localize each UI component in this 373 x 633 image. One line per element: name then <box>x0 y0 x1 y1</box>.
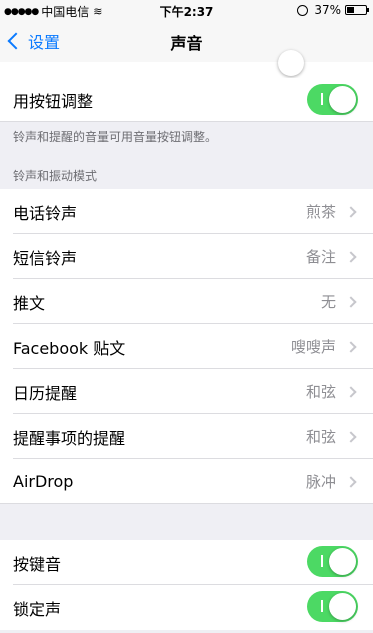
chevron-right-icon <box>345 385 357 398</box>
sound-setting-value: 脉冲 <box>305 473 336 491</box>
sound-setting-value: 和弦 <box>305 383 336 401</box>
sound-setting-row[interactable]: 推文 无 <box>0 279 373 324</box>
keyboard-clicks-toggle[interactable] <box>307 546 358 577</box>
sound-setting-value: 煎茶 <box>305 203 336 221</box>
toggle-knob <box>329 548 356 575</box>
change-with-buttons-label: 用按钮调整 <box>13 92 94 111</box>
sound-setting-label: 提醒事项的提醒 <box>13 428 126 448</box>
change-with-buttons-row: 用按钮调整 <box>0 78 373 122</box>
divider <box>0 503 373 504</box>
sound-setting-row[interactable]: 短信铃声 备注 <box>0 234 373 279</box>
battery-percent: 37% <box>314 3 341 17</box>
sound-setting-label: 日历提醒 <box>13 383 78 403</box>
sound-setting-value: 嗖嗖声 <box>290 338 336 356</box>
sound-setting-label: AirDrop <box>13 472 74 491</box>
sound-setting-value: 备注 <box>305 248 336 266</box>
volume-footnote: 铃声和提醒的音量可用音量按钮调整。 <box>13 130 218 144</box>
sound-setting-value: 无 <box>320 293 336 311</box>
sound-setting-row[interactable]: 日历提醒 和弦 <box>0 369 373 414</box>
toggle-knob <box>329 593 356 620</box>
navigation-bar: 设置 声音 <box>0 20 373 62</box>
status-bar: ●●●●● 中国电信 ≋ 下午2:37 37% <box>0 0 373 20</box>
sound-setting-label: 短信铃声 <box>13 248 78 268</box>
status-right: 37% <box>297 3 369 17</box>
lock-sound-row: 锁定声 <box>0 585 373 630</box>
section-header-ringtones: 铃声和振动模式 <box>13 169 98 183</box>
lock-sound-label: 锁定声 <box>13 599 62 619</box>
toggle-knob <box>329 86 356 113</box>
toggle-on-indicator <box>321 93 323 105</box>
change-with-buttons-toggle[interactable] <box>307 84 358 115</box>
sound-setting-row[interactable]: 提醒事项的提醒 和弦 <box>0 414 373 459</box>
sound-setting-label: Facebook 贴文 <box>13 338 126 358</box>
sound-setting-label: 推文 <box>13 293 46 313</box>
sound-setting-row[interactable]: AirDrop 脉冲 <box>0 459 373 504</box>
page-title: 声音 <box>170 34 203 53</box>
volume-slider-knob[interactable] <box>278 50 304 76</box>
keyboard-clicks-row: 按键音 <box>0 540 373 585</box>
chevron-right-icon <box>345 475 357 488</box>
chevron-right-icon <box>345 340 357 353</box>
chevron-right-icon <box>345 205 357 218</box>
chevron-right-icon <box>345 295 357 308</box>
sound-setting-label: 电话铃声 <box>13 203 78 223</box>
chevron-right-icon <box>345 250 357 263</box>
battery-icon <box>345 5 369 15</box>
orientation-lock-icon <box>297 4 309 16</box>
keyboard-clicks-label: 按键音 <box>13 554 62 574</box>
chevron-right-icon <box>345 430 357 443</box>
sound-setting-row[interactable]: Facebook 贴文 嗖嗖声 <box>0 324 373 369</box>
lock-sound-toggle[interactable] <box>307 591 358 622</box>
volume-slider-row <box>0 50 373 78</box>
toggle-on-indicator <box>321 555 323 567</box>
sound-setting-row[interactable]: 电话铃声 煎茶 <box>0 189 373 234</box>
sound-setting-value: 和弦 <box>305 428 336 446</box>
divider <box>0 121 373 122</box>
toggle-on-indicator <box>321 600 323 612</box>
